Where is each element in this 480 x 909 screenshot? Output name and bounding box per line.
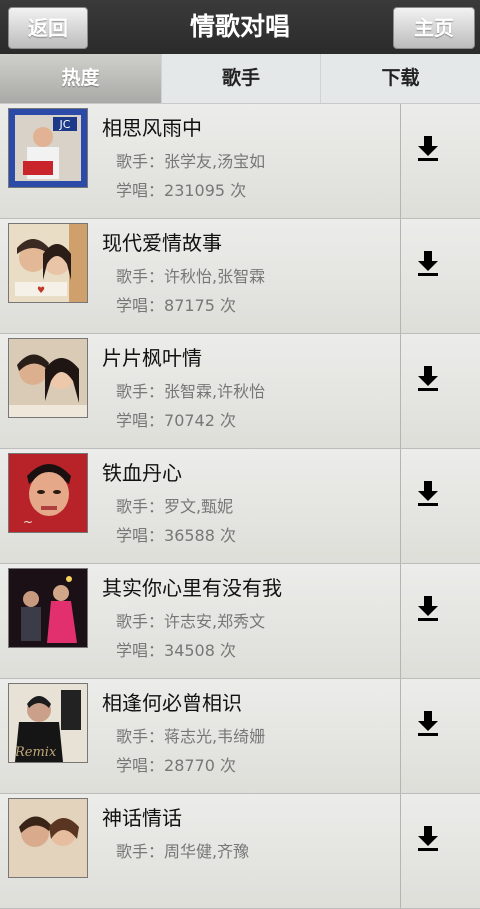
album-cover-image	[8, 798, 88, 878]
divider	[400, 564, 401, 678]
svg-text:♥: ♥	[37, 286, 45, 296]
singer-line: 歌手：许志安,郑秀文	[116, 608, 265, 632]
singer-names: 许秋怡,张智霖	[164, 267, 266, 286]
divider	[400, 679, 401, 793]
plays-line: 学唱：231095 次	[116, 177, 246, 201]
svg-text:~: ~	[23, 515, 33, 529]
divider	[400, 449, 401, 563]
plays-suffix: 次	[220, 641, 237, 660]
plays-count: 34508	[164, 641, 215, 660]
singer-names: 张学友,汤宝如	[164, 152, 266, 171]
singer-prefix: 歌手：	[116, 382, 165, 401]
download-icon[interactable]	[416, 596, 440, 622]
download-icon[interactable]	[416, 481, 440, 507]
plays-prefix: 学唱：	[116, 411, 165, 430]
plays-line: 学唱：36588 次	[116, 522, 236, 546]
singer-names: 许志安,郑秀文	[164, 612, 266, 631]
plays-count: 70742	[164, 411, 215, 430]
singer-prefix: 歌手：	[116, 152, 165, 171]
song-row[interactable]: 片片枫叶情 歌手：张智霖,许秋怡 学唱：70742 次	[0, 334, 480, 449]
plays-count: 28770	[164, 756, 215, 775]
singer-names: 张智霖,许秋怡	[164, 382, 266, 401]
plays-line: 学唱：87175 次	[116, 292, 236, 316]
plays-suffix: 次	[220, 756, 237, 775]
album-cover-image: ♥	[8, 223, 88, 303]
download-icon[interactable]	[416, 136, 440, 162]
singer-prefix: 歌手：	[116, 497, 165, 516]
song-row[interactable]: ~ 铁血丹心 歌手：罗文,甄妮 学唱：36588 次	[0, 449, 480, 564]
top-bar: 返回 情歌对唱 主页	[0, 0, 480, 54]
song-list: JC 相思风雨中 歌手：张学友,汤宝如 学唱：231095 次 ♥ 现代爱情故事…	[0, 104, 480, 909]
singer-prefix: 歌手：	[116, 842, 165, 861]
album-cover-image	[8, 338, 88, 418]
tab-singers[interactable]: 歌手	[161, 54, 320, 103]
download-icon[interactable]	[416, 711, 440, 737]
singer-prefix: 歌手：	[116, 612, 165, 631]
plays-prefix: 学唱：	[116, 756, 165, 775]
song-title: 铁血丹心	[102, 461, 182, 485]
download-icon[interactable]	[416, 826, 440, 852]
singer-line: 歌手：张智霖,许秋怡	[116, 378, 265, 402]
album-cover-image: Remix	[8, 683, 88, 763]
download-icon[interactable]	[416, 251, 440, 277]
singer-prefix: 歌手：	[116, 267, 165, 286]
plays-prefix: 学唱：	[116, 526, 165, 545]
song-row[interactable]: 神话情话 歌手：周华健,齐豫	[0, 794, 480, 909]
song-title: 相逢何必曾相识	[102, 691, 242, 715]
album-cover-image: JC	[8, 108, 88, 188]
svg-text:Remix: Remix	[14, 745, 57, 760]
plays-count: 36588	[164, 526, 215, 545]
singer-names: 罗文,甄妮	[164, 497, 234, 516]
plays-line: 学唱：34508 次	[116, 637, 236, 661]
divider	[400, 334, 401, 448]
plays-prefix: 学唱：	[116, 181, 165, 200]
singer-line: 歌手：张学友,汤宝如	[116, 148, 265, 172]
svg-text:JC: JC	[59, 118, 71, 131]
plays-suffix: 次	[220, 411, 237, 430]
plays-prefix: 学唱：	[116, 296, 165, 315]
singer-line: 歌手：周华健,齐豫	[116, 838, 249, 862]
singer-names: 周华健,齐豫	[164, 842, 250, 861]
plays-line: 学唱：28770 次	[116, 752, 236, 776]
song-title: 相思风雨中	[102, 116, 202, 140]
song-title: 现代爱情故事	[102, 231, 222, 255]
divider	[400, 104, 401, 218]
divider	[400, 219, 401, 333]
album-cover-image	[8, 568, 88, 648]
tab-popularity[interactable]: 热度	[0, 54, 161, 103]
singer-prefix: 歌手：	[116, 727, 165, 746]
plays-suffix: 次	[230, 181, 247, 200]
tab-bar: 热度 歌手 下载	[0, 54, 480, 104]
home-button[interactable]: 主页	[393, 7, 475, 49]
plays-count: 87175	[164, 296, 215, 315]
download-icon[interactable]	[416, 366, 440, 392]
song-title: 片片枫叶情	[102, 346, 202, 370]
song-row[interactable]: JC 相思风雨中 歌手：张学友,汤宝如 学唱：231095 次	[0, 104, 480, 219]
plays-prefix: 学唱：	[116, 641, 165, 660]
song-title: 神话情话	[102, 806, 182, 830]
song-row[interactable]: Remix 相逢何必曾相识 歌手：蒋志光,韦绮姗 学唱：28770 次	[0, 679, 480, 794]
singer-line: 歌手：蒋志光,韦绮姗	[116, 723, 265, 747]
song-row[interactable]: 其实你心里有没有我 歌手：许志安,郑秀文 学唱：34508 次	[0, 564, 480, 679]
plays-suffix: 次	[220, 526, 237, 545]
plays-suffix: 次	[220, 296, 237, 315]
singer-line: 歌手：许秋怡,张智霖	[116, 263, 265, 287]
plays-count: 231095	[164, 181, 226, 200]
singer-line: 歌手：罗文,甄妮	[116, 493, 233, 517]
singer-names: 蒋志光,韦绮姗	[164, 727, 266, 746]
song-title: 其实你心里有没有我	[102, 576, 282, 600]
tab-downloads[interactable]: 下载	[320, 54, 480, 103]
plays-line: 学唱：70742 次	[116, 407, 236, 431]
divider	[400, 794, 401, 908]
song-row[interactable]: ♥ 现代爱情故事 歌手：许秋怡,张智霖 学唱：87175 次	[0, 219, 480, 334]
album-cover-image: ~	[8, 453, 88, 533]
